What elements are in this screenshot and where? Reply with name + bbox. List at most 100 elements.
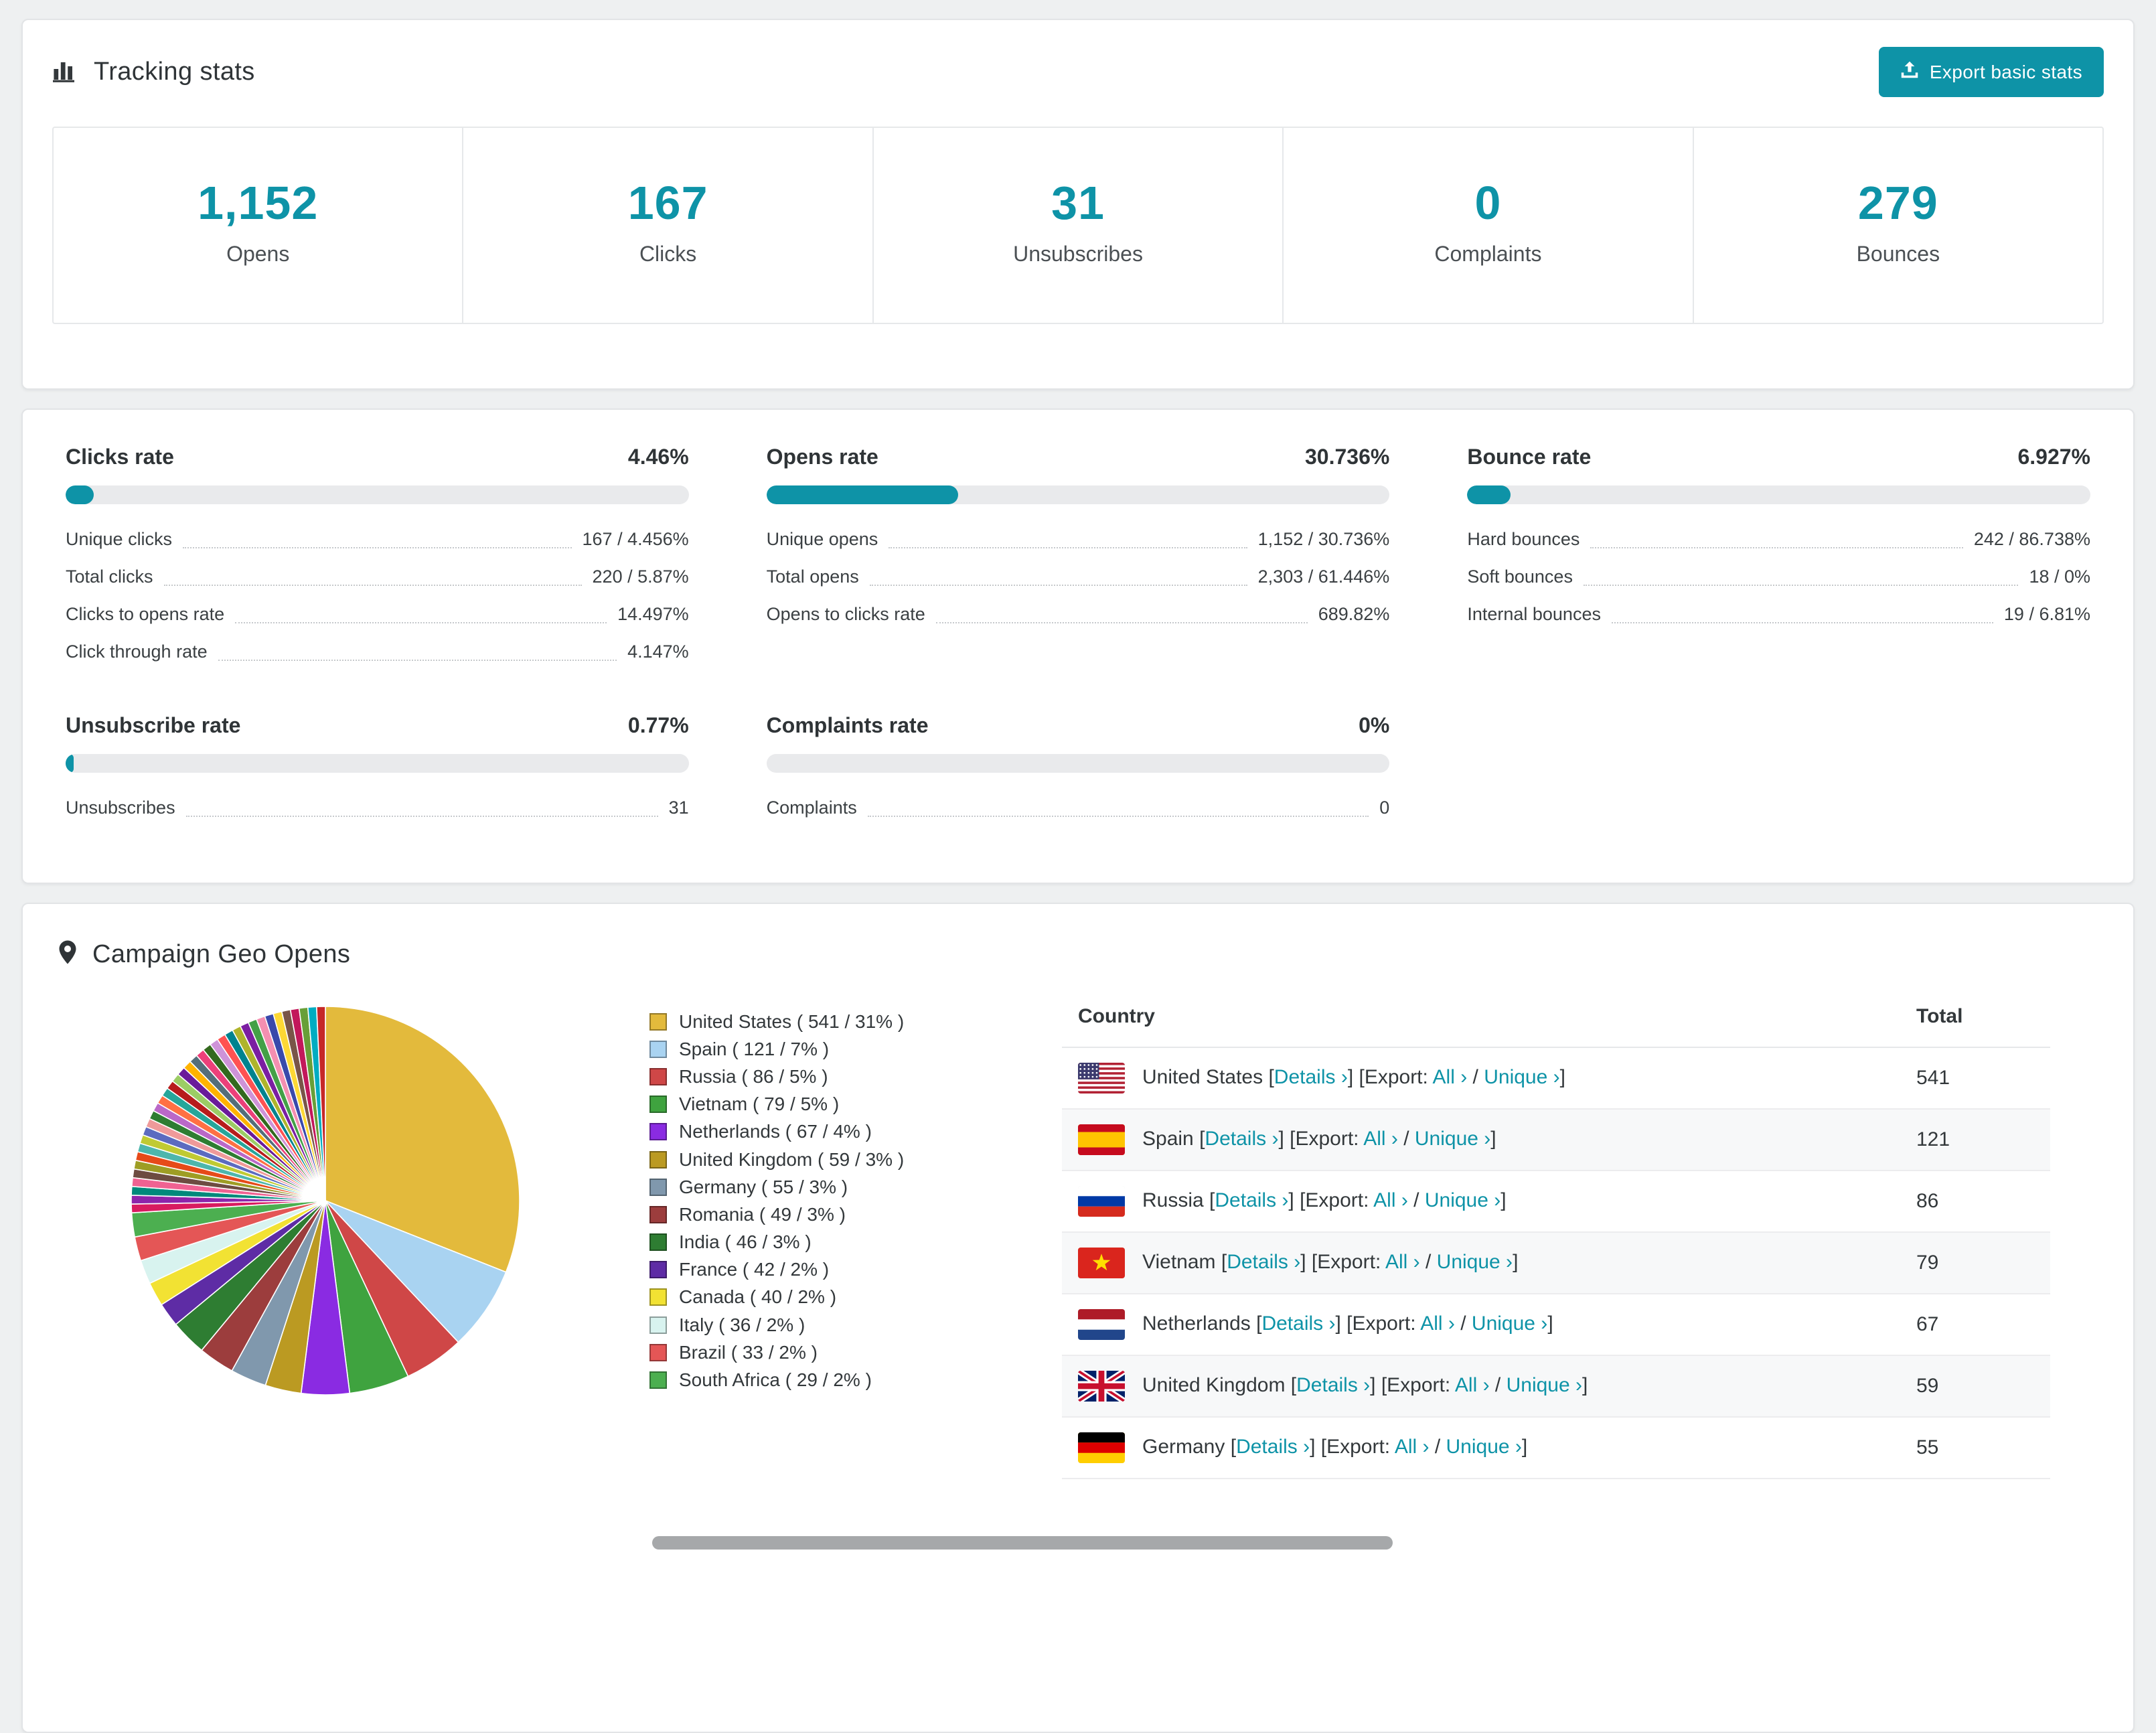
total-cell: 541 [1900,1047,2050,1110]
legend-swatch [649,1343,667,1361]
legend-swatch [649,1233,667,1252]
stat-box: 0 Complaints [1284,128,1694,323]
horizontal-scrollbar-thumb[interactable] [652,1536,1393,1550]
bracket-open: [ [1268,1065,1274,1088]
export-button-label: Export basic stats [1929,61,2082,82]
export-unique-link[interactable]: Unique › [1484,1066,1559,1088]
rate-metric-row: Unsubscribes 31 [66,789,689,826]
details-link[interactable]: Details › [1227,1251,1300,1273]
geo-table-row: Vietnam [Details ›] [Export: All › / Uni… [1062,1232,2050,1294]
dotted-leader [1611,622,1993,623]
export-all-link[interactable]: All › [1420,1312,1455,1335]
rate-metric-row: Unique opens 1,152 / 30.736% [767,520,1390,558]
tracking-stats-header: Tracking stats Export basic stats [52,47,2104,97]
legend-label: Romania ( 49 / 3% ) [679,1203,846,1225]
rate-metric-label: Hard bounces [1467,528,1580,549]
export-basic-stats-button[interactable]: Export basic stats [1878,47,2104,97]
details-link[interactable]: Details › [1215,1189,1288,1211]
export-unique-link[interactable]: Unique › [1446,1436,1522,1458]
rate-metric-row: Opens to clicks rate 689.82% [767,595,1390,633]
geo-col-country: Country [1062,986,1900,1048]
rate-progress-bar [1467,485,2090,504]
bracket-close: ] [1490,1127,1496,1150]
rate-metric-value: 0 [1379,797,1390,818]
legend-swatch [649,1205,667,1223]
rate-block: Bounce rate 6.927% Hard bounces 242 / 86… [1467,445,2090,670]
rate-progress-bar [766,485,1390,504]
details-link[interactable]: Details › [1274,1066,1348,1088]
country-flag-icon [1078,1432,1125,1463]
rate-progress-fill [66,485,94,504]
stat-value: 167 [627,177,708,229]
country-flag-icon [1078,1063,1125,1094]
total-cell: 86 [1900,1171,2050,1233]
stats-row: 1,152 Opens 167 Clicks 31 Unsubscribes 0… [52,127,2104,324]
rate-title: Clicks rate [66,445,174,469]
export-all-link[interactable]: All › [1433,1066,1468,1088]
geo-title: Campaign Geo Opens [92,940,351,968]
stat-box: 167 Clicks [463,128,874,323]
details-link[interactable]: Details › [1296,1374,1370,1396]
export-unique-link[interactable]: Unique › [1507,1374,1582,1396]
rate-rows: Unique opens 1,152 / 30.736% Total opens… [767,520,1390,633]
export-unique-link[interactable]: Unique › [1415,1128,1490,1150]
tracking-stats-title: Tracking stats [94,58,255,86]
legend-label: Germany ( 55 / 3% ) [679,1176,848,1197]
stat-value: 31 [1051,177,1105,229]
slash-separator: / [1454,1312,1472,1335]
rate-metric-label: Total clicks [66,566,153,587]
rate-progress-fill [66,754,74,773]
export-all-link[interactable]: All › [1363,1128,1398,1150]
export-all-link[interactable]: All › [1385,1251,1420,1273]
geo-table-row: Spain [Details ›] [Export: All › / Uniqu… [1062,1109,2050,1171]
geo-table-row: United Kingdom [Details ›] [Export: All … [1062,1355,2050,1418]
geo-pie-wrap [23,986,596,1479]
export-unique-link[interactable]: Unique › [1472,1312,1547,1335]
geo-header: Campaign Geo Opens [23,939,2133,970]
bracket-open: [ [1290,1373,1297,1396]
legend-label: Canada ( 40 / 2% ) [679,1286,837,1308]
country-flag-icon [1078,1248,1125,1278]
dotted-leader [889,547,1247,548]
geo-table-row: Germany [Details ›] [Export: All › / Uni… [1062,1417,2050,1479]
legend-item: Italy ( 36 / 2% ) [649,1311,1062,1339]
rate-metric-label: Click through rate [66,641,208,662]
rate-metric-label: Internal bounces [1467,603,1601,624]
legend-swatch [649,1096,667,1114]
rate-metric-label: Unsubscribes [66,797,175,818]
rate-metric-value: 242 / 86.738% [1973,528,2090,549]
rate-metric-label: Opens to clicks rate [766,603,925,624]
tracking-stats-card: Tracking stats Export basic stats 1,152 … [21,19,2135,390]
rate-metric-row: Unique clicks 167 / 4.456% [66,520,689,558]
legend-label: Spain ( 121 / 7% ) [679,1038,830,1059]
export-prefix: ] [Export: [1370,1373,1455,1396]
geo-table: Country Total United States [Details ›] … [1062,986,2050,1479]
details-link[interactable]: Details › [1236,1436,1310,1458]
rate-metric-label: Unique clicks [66,528,173,549]
stat-value: 1,152 [198,177,319,229]
country-flag-icon [1078,1186,1125,1217]
rate-metric-row: Total opens 2,303 / 61.446% [767,558,1390,595]
export-all-link[interactable]: All › [1395,1436,1430,1458]
export-all-link[interactable]: All › [1455,1374,1490,1396]
legend-swatch [649,1123,667,1141]
legend-swatch [649,1371,667,1389]
legend-swatch [649,1288,667,1306]
total-cell: 59 [1900,1355,2050,1418]
rate-value: 6.927% [2017,445,2090,469]
export-unique-link[interactable]: Unique › [1437,1251,1513,1273]
dotted-leader [867,816,1369,817]
export-all-link[interactable]: All › [1373,1189,1408,1211]
rate-value: 30.736% [1305,445,1390,469]
rate-block: Clicks rate 4.46% Unique clicks 167 / 4.… [66,445,689,670]
legend-label: Netherlands ( 67 / 4% ) [679,1121,872,1142]
legend-item: Germany ( 55 / 3% ) [649,1173,1062,1201]
rate-progress-bar [66,485,689,504]
rate-head: Clicks rate 4.46% [66,445,689,469]
export-prefix: ] [Export: [1288,1189,1374,1211]
details-link[interactable]: Details › [1205,1128,1278,1150]
export-unique-link[interactable]: Unique › [1425,1189,1500,1211]
details-link[interactable]: Details › [1261,1312,1335,1335]
campaign-geo-opens-card: Campaign Geo Opens United States ( 541 /… [21,903,2135,1733]
slash-separator: / [1489,1373,1507,1396]
